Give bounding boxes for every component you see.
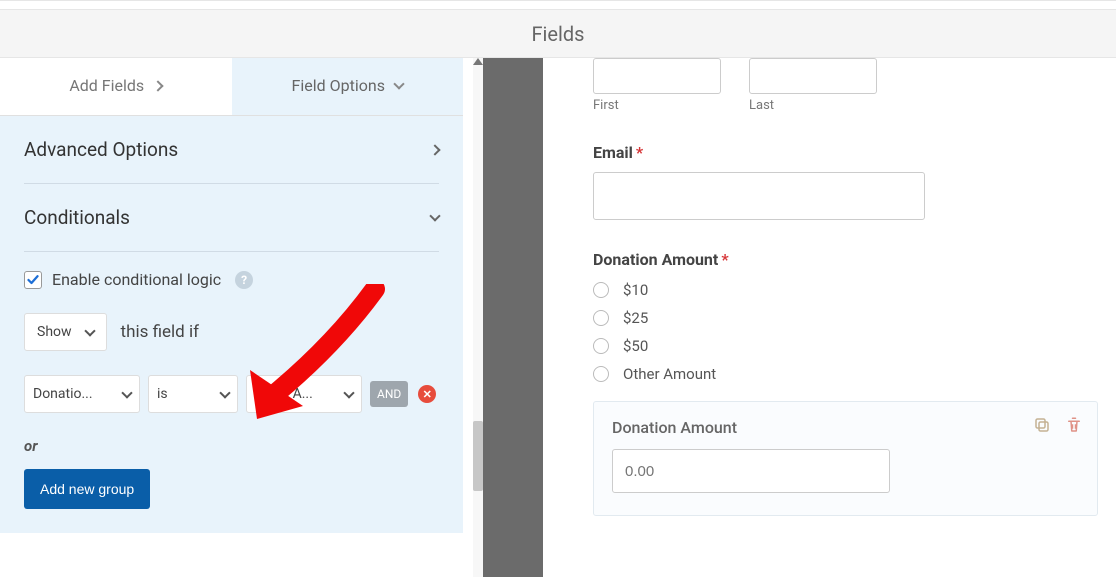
chevron-down-icon xyxy=(121,387,132,398)
first-name-label: First xyxy=(593,98,721,113)
radio-icon xyxy=(593,282,609,298)
chevron-down-icon xyxy=(219,387,230,398)
select-value: Other A... xyxy=(255,386,313,402)
conditionals-body: Enable conditional logic ? Show this fie… xyxy=(24,252,439,533)
email-label: Email* xyxy=(593,143,1098,162)
enable-conditional-checkbox[interactable] xyxy=(24,271,42,289)
rule-row: Donatio... is Other A... AND xyxy=(24,375,439,413)
last-name-input[interactable] xyxy=(749,58,877,94)
trash-icon[interactable] xyxy=(1065,416,1083,434)
scroll-up-icon xyxy=(473,58,483,65)
tabs: Add Fields Field Options xyxy=(0,58,463,116)
chevron-down-icon xyxy=(84,325,95,336)
delete-rule-button[interactable]: ✕ xyxy=(418,385,436,403)
radio-label: Other Amount xyxy=(623,365,716,383)
rule-value-select[interactable]: Other A... xyxy=(246,375,362,413)
radio-option-50[interactable]: $50 xyxy=(593,337,1098,355)
page-header: Fields xyxy=(0,10,1116,58)
section-conditionals[interactable]: Conditionals xyxy=(24,184,439,252)
main: Add Fields Field Options Advanced Option… xyxy=(0,58,1116,577)
add-rule-and-button[interactable]: AND xyxy=(370,381,408,407)
radio-label: $50 xyxy=(623,337,648,355)
field-options-body: Advanced Options Conditionals Enable con… xyxy=(0,116,463,533)
donation-amount-label: Donation Amount* xyxy=(593,250,1098,269)
left-panel: Add Fields Field Options Advanced Option… xyxy=(0,58,473,577)
card-actions xyxy=(1033,416,1083,434)
radio-option-other[interactable]: Other Amount xyxy=(593,365,1098,383)
enable-conditional-row: Enable conditional logic ? xyxy=(24,270,439,289)
first-name-input[interactable] xyxy=(593,58,721,94)
chevron-right-icon xyxy=(152,80,163,91)
tab-label: Add Fields xyxy=(69,76,144,95)
section-label: Conditionals xyxy=(24,206,130,229)
chevron-right-icon xyxy=(429,144,440,155)
rule-field-select[interactable]: Donatio... xyxy=(24,375,140,413)
show-suffix-text: this field if xyxy=(121,322,199,342)
radio-icon xyxy=(593,310,609,326)
donation-amount-input[interactable] xyxy=(612,449,890,493)
select-value: is xyxy=(157,386,168,402)
preview-gutter xyxy=(483,58,543,577)
section-label: Advanced Options xyxy=(24,138,178,161)
last-name-label: Last xyxy=(749,98,877,113)
show-row: Show this field if xyxy=(24,313,439,351)
email-input[interactable] xyxy=(593,172,925,220)
rule-operator-select[interactable]: is xyxy=(148,375,238,413)
button-label: Add new group xyxy=(40,481,134,497)
show-hide-select[interactable]: Show xyxy=(24,313,107,351)
required-asterisk: * xyxy=(721,250,728,269)
name-fields: First Last xyxy=(593,58,1098,113)
chevron-down-icon xyxy=(343,387,354,398)
label-text: Email xyxy=(593,143,633,162)
label-text: Donation Amount xyxy=(593,250,718,269)
radio-label: $25 xyxy=(623,309,648,327)
page-title: Fields xyxy=(532,22,585,46)
card-title: Donation Amount xyxy=(612,418,1079,437)
add-new-group-button[interactable]: Add new group xyxy=(24,469,150,509)
radio-icon xyxy=(593,366,609,382)
left-panel-scrollbar[interactable] xyxy=(473,58,483,577)
or-separator: or xyxy=(24,437,439,455)
donation-options: $10 $25 $50 Other Amount xyxy=(593,281,1098,383)
form-preview: First Last Email* Donation Amount* $10 xyxy=(543,58,1116,577)
radio-icon xyxy=(593,338,609,354)
tab-label: Field Options xyxy=(292,76,385,95)
donation-amount-field-card[interactable]: Donation Amount xyxy=(593,401,1098,516)
section-advanced-options[interactable]: Advanced Options xyxy=(24,116,439,184)
radio-option-25[interactable]: $25 xyxy=(593,309,1098,327)
and-label: AND xyxy=(377,387,401,401)
tab-field-options[interactable]: Field Options xyxy=(232,58,464,115)
required-asterisk: * xyxy=(636,143,643,162)
help-icon[interactable]: ? xyxy=(235,271,253,289)
enable-conditional-label: Enable conditional logic xyxy=(52,270,221,289)
chevron-down-icon xyxy=(393,78,404,89)
select-value: Donatio... xyxy=(33,386,93,402)
x-icon: ✕ xyxy=(423,389,432,400)
top-bar xyxy=(0,0,1116,10)
tab-add-fields[interactable]: Add Fields xyxy=(0,58,232,115)
select-value: Show xyxy=(37,324,72,340)
scroll-thumb[interactable] xyxy=(473,421,483,491)
duplicate-icon[interactable] xyxy=(1033,416,1051,434)
radio-label: $10 xyxy=(623,281,648,299)
radio-option-10[interactable]: $10 xyxy=(593,281,1098,299)
chevron-down-icon xyxy=(429,210,440,221)
check-icon xyxy=(27,274,39,286)
